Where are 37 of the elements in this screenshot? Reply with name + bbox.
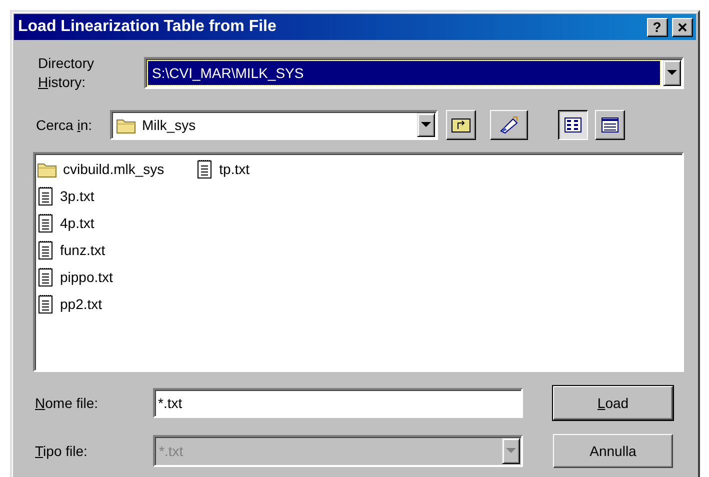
field-label: Tipo file: — [35, 442, 88, 460]
field-label: Directory History: — [38, 54, 96, 92]
text-file-icon — [37, 294, 54, 315]
text-file-icon — [196, 159, 214, 180]
text-file-icon — [37, 186, 54, 207]
look-in-dropdown[interactable]: Milk_sys — [110, 110, 438, 140]
text-file-icon — [37, 213, 54, 234]
up-folder-button[interactable] — [446, 110, 476, 140]
file-list-item[interactable]: pp2.txt — [37, 291, 168, 318]
window-title: Load Linearization Table from File — [18, 17, 278, 37]
file-list-item[interactable]: funz.txt — [37, 237, 168, 264]
file-list-item[interactable]: cvibuild.mlk_sys — [37, 156, 168, 183]
folder-name: Milk_sys — [142, 116, 196, 135]
selected-path: S:\CVI_MAR\MILK_SYS — [148, 61, 660, 85]
list-view-icon — [563, 115, 583, 135]
directory-history-dropdown[interactable]: S:\CVI_MAR\MILK_SYS — [144, 57, 684, 89]
help-button[interactable]: ? — [646, 18, 668, 36]
details-view-button[interactable] — [595, 110, 625, 140]
field-label: Nome file: — [35, 394, 100, 412]
list-view-button[interactable] — [558, 110, 588, 140]
text-file-icon — [37, 267, 54, 288]
field-label: Cerca in: — [36, 116, 94, 134]
file-list-item[interactable]: 4p.txt — [37, 210, 168, 237]
details-view-icon — [600, 115, 620, 135]
dropdown-arrow-icon — [667, 70, 677, 76]
file-name-field[interactable]: *.txt — [153, 388, 523, 418]
file-list-item[interactable]: tp.txt — [196, 156, 254, 183]
file-type-value: *.txt — [158, 442, 184, 460]
text-file-icon — [37, 240, 54, 261]
load-button[interactable]: Load — [553, 386, 673, 420]
file-list-item[interactable]: 3p.txt — [37, 183, 168, 210]
dropdown-arrow-icon — [506, 448, 516, 454]
cancel-button[interactable]: Annulla — [553, 434, 673, 468]
close-button[interactable]: × — [672, 18, 693, 36]
file-list-item[interactable]: pippo.txt — [37, 264, 168, 291]
dropdown-arrow-icon — [421, 122, 431, 128]
new-folder-button[interactable] — [490, 110, 528, 140]
